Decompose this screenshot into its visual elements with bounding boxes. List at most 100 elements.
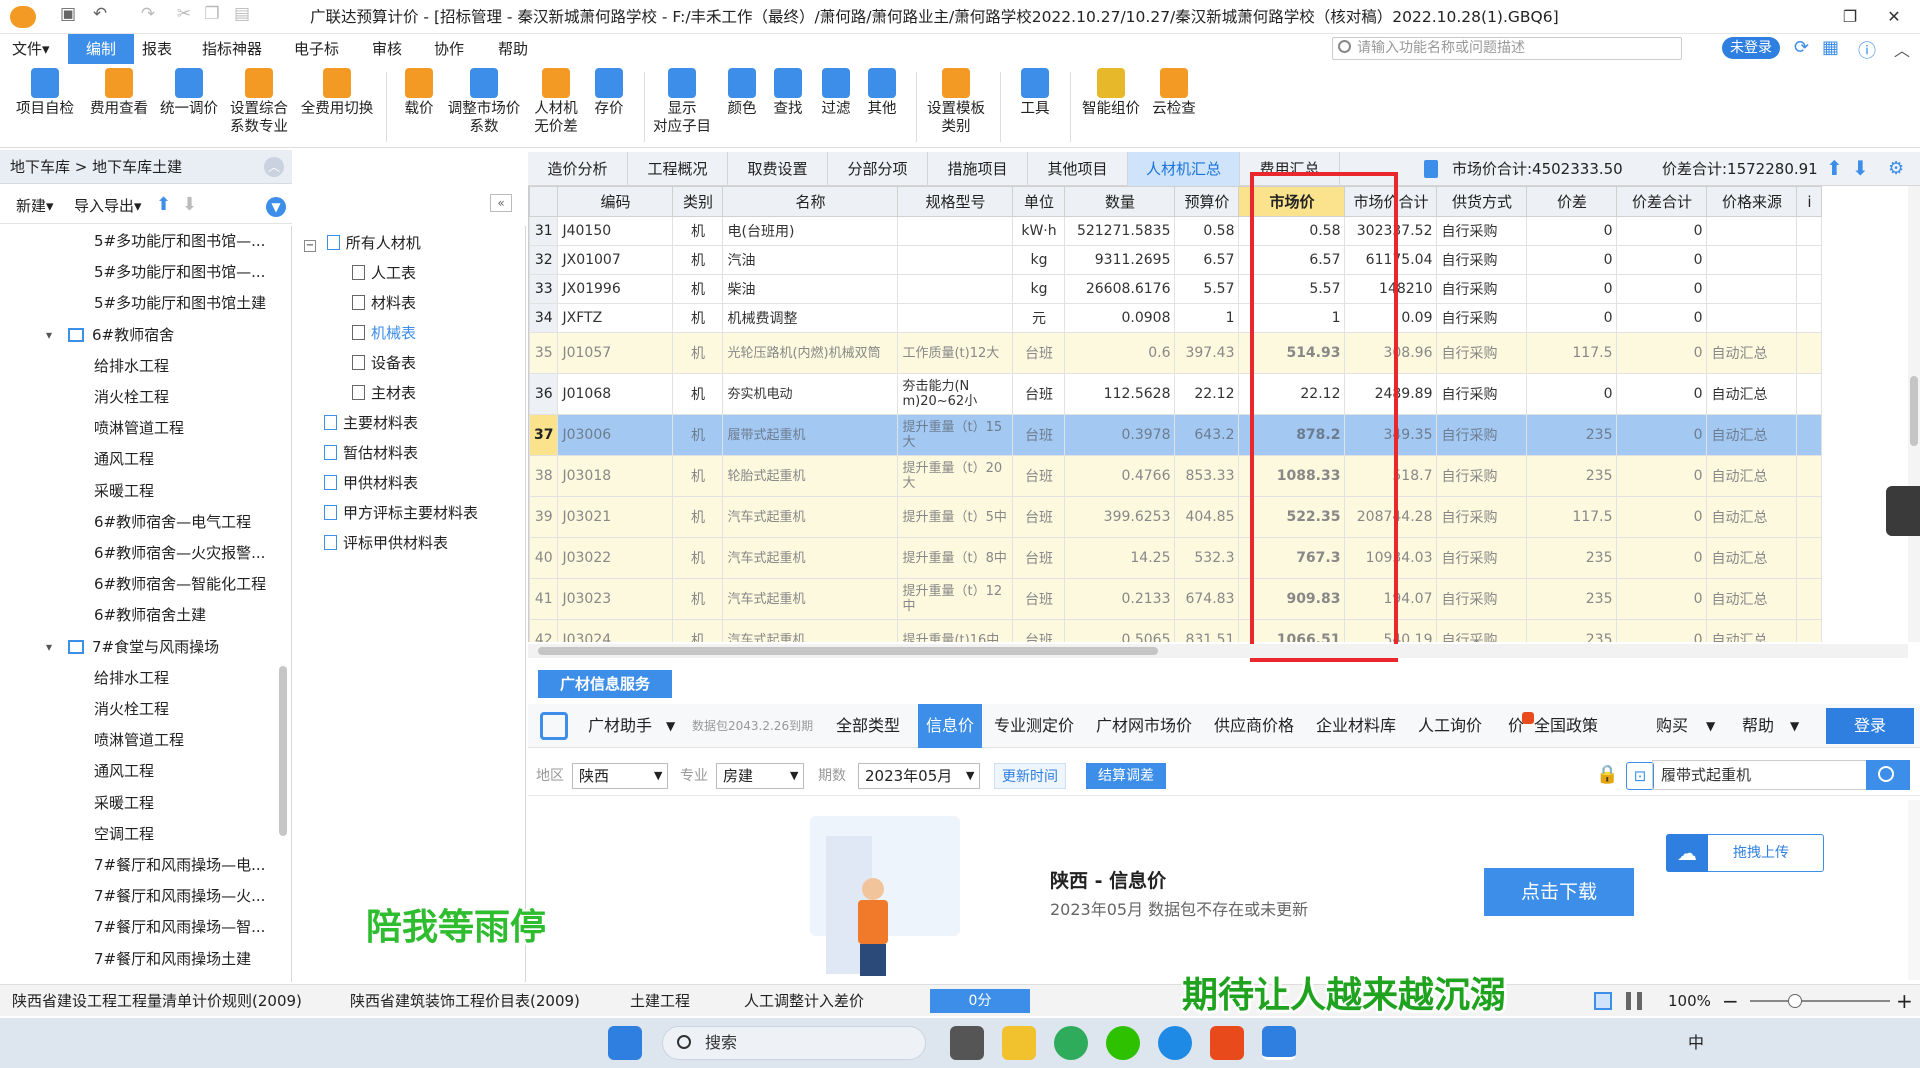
cell-spec[interactable] bbox=[897, 216, 1014, 246]
table-row[interactable]: 42 J03024 机汽车式起重机 提升重量(t)16中 台班 0.5065 831.51 1… bbox=[529, 619, 1823, 642]
cell-dtotal[interactable]: 0 bbox=[1616, 274, 1708, 304]
cell-dtotal[interactable]: 0 bbox=[1616, 373, 1708, 415]
grid-vscroll[interactable] bbox=[1908, 186, 1920, 642]
tree-item[interactable]: 6#教师宿舍—电气工程 bbox=[0, 507, 272, 538]
cell-source[interactable] bbox=[1706, 245, 1798, 275]
cell-supply[interactable]: 自行采购 bbox=[1436, 619, 1528, 642]
menu-edit[interactable]: 编制 bbox=[68, 34, 135, 64]
tree-item[interactable]: 通风工程 bbox=[0, 756, 272, 787]
close-window-icon[interactable]: ✕ bbox=[1872, 0, 1916, 34]
cell-diff[interactable]: 0 bbox=[1526, 216, 1618, 246]
task-view-icon[interactable] bbox=[950, 1026, 984, 1060]
tree-item[interactable]: 给排水工程 bbox=[0, 351, 272, 382]
nav-all-types[interactable]: 全部类型 bbox=[836, 704, 900, 748]
fee-view-button[interactable]: 费用查看 bbox=[84, 66, 154, 118]
cell-spec[interactable]: 提升重量（t）20大 bbox=[897, 455, 1014, 497]
cell-source[interactable]: 自动汇总 bbox=[1706, 578, 1798, 620]
split-view-icon[interactable] bbox=[1626, 992, 1642, 1010]
cell-name[interactable]: 电(台班用) bbox=[722, 216, 899, 246]
tab-overview[interactable]: 工程概况 bbox=[628, 152, 728, 186]
cell-spec[interactable]: 提升重量（t）5中 bbox=[897, 496, 1014, 538]
table-row[interactable]: 31 J40150 机电(台班用) kW·h 521271.5835 0.58 0.58 30… bbox=[529, 216, 1823, 246]
tree-provisional-materials[interactable]: 暂估材料表 bbox=[304, 438, 525, 468]
tab-resource-summary[interactable]: 人材机汇总 bbox=[1128, 152, 1240, 186]
cell-spec[interactable] bbox=[897, 245, 1014, 275]
cell-qty[interactable]: 0.3978 bbox=[1064, 414, 1176, 456]
upload-button[interactable]: ☁ 拖拽上传 bbox=[1666, 834, 1824, 872]
cell-type[interactable]: 机 bbox=[672, 619, 724, 642]
cell-dtotal[interactable]: 0 bbox=[1616, 455, 1708, 497]
tab-cost-analysis[interactable]: 造价分析 bbox=[528, 152, 628, 186]
locate-icon[interactable]: ▼ bbox=[266, 197, 286, 217]
dropdown-caret-icon[interactable]: ▼ bbox=[1790, 704, 1799, 748]
no-price-diff-button[interactable]: 人材机 无价差 bbox=[528, 66, 584, 136]
cell-code[interactable]: J03018 bbox=[557, 455, 674, 497]
expand-caret-icon[interactable]: ▾ bbox=[46, 320, 52, 351]
cell-qty[interactable]: 26608.6176 bbox=[1064, 274, 1176, 304]
cell-type[interactable]: 机 bbox=[672, 537, 724, 579]
guangcai-login-button[interactable]: 登录 bbox=[1826, 708, 1914, 744]
table-row[interactable]: 40 J03022 机汽车式起重机 提升重量（t）8中 台班 14.25 532.3 767.… bbox=[529, 537, 1823, 579]
cell-qty[interactable]: 0.6 bbox=[1064, 332, 1176, 374]
cell-unit[interactable]: 台班 bbox=[1012, 332, 1066, 374]
cell-type[interactable]: 机 bbox=[672, 332, 724, 374]
tree-item[interactable]: 采暖工程 bbox=[0, 788, 272, 819]
column-header[interactable]: 单位 bbox=[1012, 186, 1066, 217]
nav-measured-price[interactable]: 专业测定价 bbox=[994, 704, 1074, 748]
zoom-slider-thumb[interactable] bbox=[1788, 994, 1802, 1008]
cell-spec[interactable]: 提升重量(t)16中 bbox=[897, 619, 1014, 642]
cell-supply[interactable]: 自行采购 bbox=[1436, 245, 1528, 275]
row-number[interactable]: 36 bbox=[529, 373, 559, 415]
zoom-slider[interactable] bbox=[1750, 994, 1890, 1008]
cell-diff[interactable]: 235 bbox=[1526, 537, 1618, 579]
cell-spec[interactable] bbox=[897, 303, 1014, 333]
tree-item[interactable]: 消火栓工程 bbox=[0, 694, 272, 725]
menu-collab[interactable]: 协作 bbox=[424, 34, 474, 64]
cell-spec[interactable]: 提升重量（t）15大 bbox=[897, 414, 1014, 456]
cell-unit[interactable]: kW·h bbox=[1012, 216, 1066, 246]
cell-unit[interactable]: kg bbox=[1012, 245, 1066, 275]
cell-code[interactable]: J03023 bbox=[557, 578, 674, 620]
cell-source[interactable] bbox=[1706, 303, 1798, 333]
table-row[interactable]: 33 JX01996 机柴油 kg 26608.6176 5.57 5.57 148210 自行… bbox=[529, 274, 1823, 304]
cell-budget[interactable]: 397.43 bbox=[1174, 332, 1240, 374]
cell-spec[interactable] bbox=[897, 274, 1014, 304]
import-export-dropdown[interactable]: 导入导出▾ bbox=[74, 188, 142, 224]
menu-report[interactable]: 报表 bbox=[132, 34, 182, 64]
expand-caret-icon[interactable]: ▾ bbox=[46, 632, 52, 663]
copy-icon[interactable]: ❐ bbox=[200, 4, 224, 24]
cell-dtotal[interactable]: 0 bbox=[1616, 619, 1708, 642]
cell-unit[interactable]: 台班 bbox=[1012, 496, 1066, 538]
load-price-button[interactable]: 载价 bbox=[396, 66, 442, 118]
project-tree-scrollbar[interactable] bbox=[279, 666, 287, 836]
cell-budget[interactable]: 0.58 bbox=[1174, 216, 1240, 246]
cell-budget[interactable]: 5.57 bbox=[1174, 274, 1240, 304]
cell-dtotal[interactable]: 0 bbox=[1616, 578, 1708, 620]
tab-measures[interactable]: 措施项目 bbox=[928, 152, 1028, 186]
cell-unit[interactable]: 台班 bbox=[1012, 537, 1066, 579]
cell-budget[interactable]: 404.85 bbox=[1174, 496, 1240, 538]
cell-code[interactable]: J03024 bbox=[557, 619, 674, 642]
tree-item[interactable]: 6#教师宿舍—火灾报警... bbox=[0, 538, 272, 569]
adjust-market-price-button[interactable]: 调整市场价 系数 bbox=[444, 66, 524, 136]
cell-budget[interactable]: 1 bbox=[1174, 303, 1240, 333]
score-badge[interactable]: 0分 bbox=[930, 989, 1030, 1013]
unified-price-button[interactable]: 统一调价 bbox=[152, 66, 226, 118]
tree-item[interactable]: 6#教师宿舍—智能化工程 bbox=[0, 569, 272, 600]
table-row[interactable]: 41 J03023 机汽车式起重机 提升重量（t）12中 台班 0.2133 674.83 9… bbox=[529, 578, 1823, 620]
update-time-button[interactable]: 更新时间 bbox=[994, 763, 1066, 789]
table-row[interactable]: 39 J03021 机汽车式起重机 提升重量（t）5中 台班 399.6253 404.85… bbox=[529, 496, 1823, 538]
cell-diff[interactable]: 0 bbox=[1526, 303, 1618, 333]
assistant-dropdown[interactable]: 广材助手 bbox=[588, 704, 652, 748]
lock-icon[interactable]: 🔒 bbox=[1596, 764, 1618, 788]
cell-diff[interactable]: 235 bbox=[1526, 414, 1618, 456]
cell-dtotal[interactable]: 0 bbox=[1616, 332, 1708, 374]
cell-supply[interactable]: 自行采购 bbox=[1436, 537, 1528, 579]
tree-item[interactable]: 给排水工程 bbox=[0, 663, 272, 694]
save-price-button[interactable]: 存价 bbox=[586, 66, 632, 118]
file-explorer-icon[interactable] bbox=[1002, 1026, 1036, 1060]
grid-hscroll-thumb[interactable] bbox=[538, 647, 1158, 655]
nav-buy[interactable]: 购买 bbox=[1656, 704, 1688, 748]
tree-item[interactable]: 6#教师宿舍土建 bbox=[0, 600, 272, 631]
tree-item[interactable]: 7#餐厅和风雨操场—火... bbox=[0, 881, 272, 912]
